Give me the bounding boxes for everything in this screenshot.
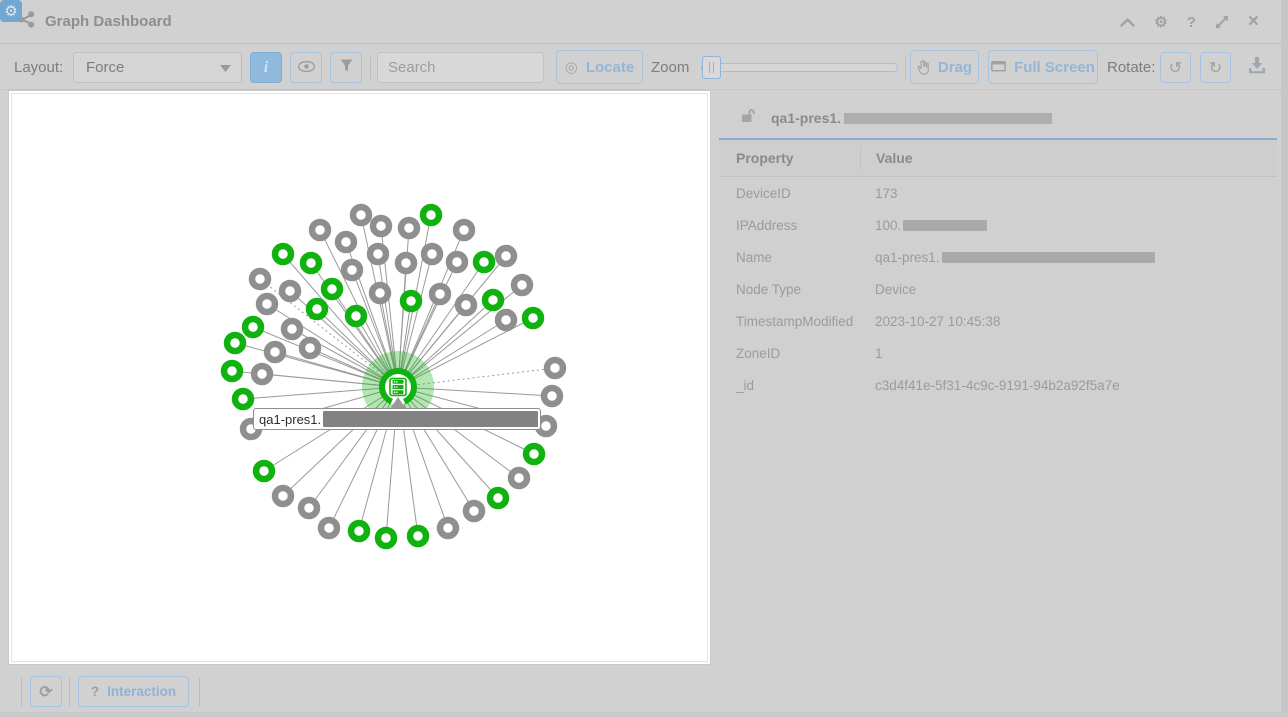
property-table-header: Property Value (719, 140, 1277, 177)
filter-funnel-icon (340, 59, 353, 77)
layout-label: Layout: (14, 45, 63, 90)
property-value: 100. (860, 218, 987, 233)
selected-node-title: qa1-pres1. (771, 110, 841, 126)
property-value: 2023-10-27 10:45:38 (860, 314, 1000, 329)
graph-toolbar: Layout: Force i ◎ Locate Zoom Drag (0, 45, 1281, 90)
settings-gear-icon[interactable]: ⚙ (1154, 13, 1167, 31)
chevron-down-icon (220, 59, 231, 76)
property-value: Device (860, 282, 916, 297)
window-right-edge (1281, 0, 1288, 717)
bottom-separator (199, 678, 200, 706)
property-value: 173 (860, 186, 898, 201)
property-name: TimestampModified (719, 314, 860, 329)
table-row[interactable]: IPAddress 100. (719, 209, 1277, 241)
rotate-ccw-icon: ↺ (1169, 58, 1182, 78)
locate-button[interactable]: ◎ Locate (556, 50, 643, 84)
table-row[interactable]: _id c3d4f41e-5f31-4c9c-9191-94b2a92f5a7e (719, 369, 1277, 401)
property-column-header: Property (719, 150, 860, 166)
close-icon[interactable]: × (1248, 11, 1259, 33)
interaction-button-label: Interaction (107, 684, 176, 699)
layout-select-value: Force (86, 59, 124, 76)
layout-select[interactable]: Force (73, 52, 242, 83)
graph-canvas[interactable]: qa1-pres1. (8, 90, 711, 665)
property-table-body: DeviceID 173 IPAddress 100. Name qa1-pre… (719, 177, 1277, 401)
value-column-header: Value (860, 146, 913, 170)
drag-button-label: Drag (938, 59, 972, 76)
bottom-bar: ⟳ ? Interaction (0, 670, 1281, 713)
info-toggle-button[interactable]: i (250, 52, 282, 83)
node-tooltip: qa1-pres1. (253, 408, 541, 430)
slider-grip-icon (709, 62, 714, 73)
download-icon (1248, 61, 1266, 78)
property-name: Name (719, 250, 860, 265)
table-row[interactable]: Name qa1-pres1. (719, 241, 1277, 273)
title-bar: Graph Dashboard ⚙ ? × (0, 0, 1281, 44)
eye-icon (298, 59, 315, 77)
toolbar-separator (905, 57, 906, 79)
property-value: qa1-pres1. (860, 250, 1155, 265)
node-properties-panel: qa1-pres1. Property Value DeviceID 173 I… (719, 98, 1277, 663)
rotate-label: Rotate: (1107, 45, 1155, 90)
panel-header: qa1-pres1. (719, 98, 1277, 140)
table-row[interactable]: TimestampModified 2023-10-27 10:45:38 (719, 305, 1277, 337)
window-bottom-edge (0, 712, 1288, 717)
rotate-ccw-button[interactable]: ↺ (1160, 52, 1191, 83)
info-icon: i (264, 59, 268, 77)
locate-target-icon: ◎ (565, 58, 578, 76)
search-input[interactable] (377, 52, 544, 83)
bottom-separator (69, 678, 70, 706)
property-value: c3d4f41e-5f31-4c9c-9191-94b2a92f5a7e (860, 378, 1120, 393)
zoom-slider-handle[interactable] (702, 56, 721, 79)
drag-button[interactable]: Drag (910, 50, 979, 84)
property-name: DeviceID (719, 186, 860, 201)
page-title: Graph Dashboard (45, 13, 172, 30)
locate-button-label: Locate (586, 59, 634, 76)
bottom-separator (21, 678, 22, 706)
property-name: _id (719, 378, 860, 393)
value-redaction-bar (903, 220, 987, 231)
rotate-cw-icon: ↻ (1209, 58, 1222, 78)
fullscreen-button[interactable]: Full Screen (988, 50, 1098, 84)
zoom-slider-track[interactable] (701, 63, 898, 72)
app-corner-badge[interactable]: ⚙ (0, 0, 22, 22)
table-row[interactable]: Node Type Device (719, 273, 1277, 305)
table-row[interactable]: ZoneID 1 (719, 337, 1277, 369)
graph-svg[interactable] (9, 91, 710, 664)
property-name: Node Type (719, 282, 860, 297)
gear-icon: ⚙ (4, 2, 17, 20)
refresh-button[interactable]: ⟳ (30, 676, 62, 707)
hand-icon (917, 60, 930, 75)
monitor-icon (991, 61, 1006, 73)
property-name: ZoneID (719, 346, 860, 361)
node-tooltip-redaction (323, 411, 538, 427)
filter-button[interactable] (330, 52, 362, 83)
node-tooltip-text: qa1-pres1. (254, 412, 323, 427)
rotate-cw-button[interactable]: ↻ (1200, 52, 1231, 83)
collapse-icon[interactable] (1120, 18, 1135, 27)
property-value: 1 (860, 346, 883, 361)
fullscreen-button-label: Full Screen (1014, 59, 1095, 76)
expand-icon[interactable] (1215, 15, 1229, 29)
value-redaction-bar (942, 252, 1155, 263)
zoom-label: Zoom (651, 45, 689, 90)
interaction-button[interactable]: ? Interaction (78, 676, 189, 707)
help-icon[interactable]: ? (1187, 14, 1196, 31)
toolbar-separator (370, 57, 371, 79)
table-row[interactable]: DeviceID 173 (719, 177, 1277, 209)
title-redaction-bar (844, 113, 1052, 124)
window-controls: ⚙ ? × (1120, 0, 1259, 44)
refresh-icon: ⟳ (39, 682, 52, 702)
property-name: IPAddress (719, 218, 860, 233)
question-icon: ? (91, 684, 99, 699)
download-button[interactable] (1248, 57, 1266, 79)
visibility-button[interactable] (290, 52, 322, 83)
unlock-icon[interactable] (740, 108, 757, 128)
